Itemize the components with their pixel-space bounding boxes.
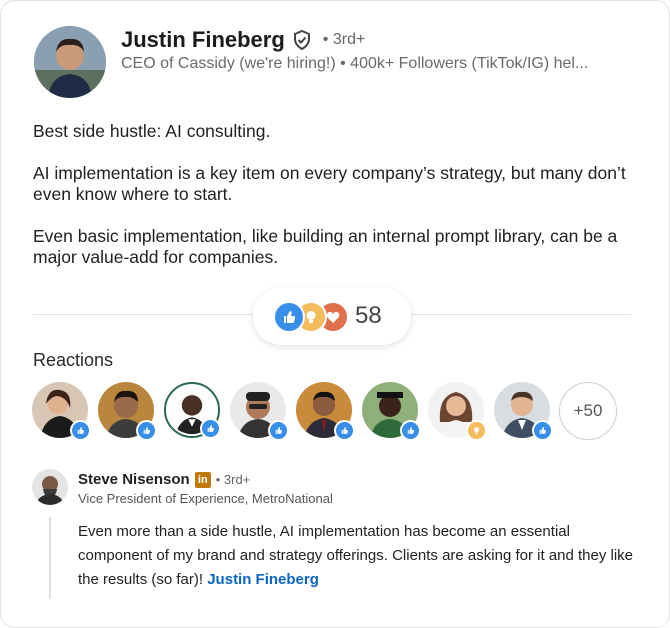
mention-link[interactable]: Justin Fineberg — [207, 571, 319, 588]
post-card: Justin Fineberg • 3rd+ CEO of Cassidy (w… — [0, 0, 670, 628]
reactor-avatar[interactable] — [98, 382, 157, 441]
reactor-avatar[interactable] — [230, 382, 289, 441]
reactions-heading: Reactions — [33, 350, 114, 370]
commenter-degree: • 3rd+ — [215, 472, 251, 487]
comment-body: Even more than a side hustle, AI impleme… — [78, 523, 634, 588]
post-paragraph: Best side hustle: AI consulting. — [33, 121, 271, 141]
like-badge-icon — [334, 420, 355, 441]
reactor-avatar[interactable] — [362, 382, 421, 441]
like-badge-icon — [200, 418, 221, 439]
reactor-avatar[interactable] — [494, 382, 553, 441]
commenter-name[interactable]: Steve Nisenson — [78, 471, 190, 488]
post-paragraph: AI implementation is a key item on every… — [33, 163, 626, 204]
reactor-avatar[interactable] — [164, 382, 221, 439]
reactions-summary[interactable]: 58 — [253, 287, 411, 345]
like-badge-icon — [400, 420, 421, 441]
reaction-count: 58 — [355, 302, 382, 329]
like-badge-icon — [70, 420, 91, 441]
like-badge-icon — [136, 420, 157, 441]
linkedin-premium-icon: in — [194, 471, 211, 488]
connection-degree: • 3rd+ — [322, 31, 366, 48]
reactor-avatar[interactable] — [428, 382, 487, 441]
commenter-name-row: Steve Nisenson in • 3rd+ — [78, 471, 250, 488]
insightful-badge-icon — [466, 420, 487, 441]
post-paragraph: Even basic implementation, like building… — [33, 226, 618, 267]
post-body: Best side hustle: AI consulting. AI impl… — [33, 121, 643, 289]
commenter-avatar[interactable] — [32, 469, 68, 505]
like-icon — [273, 301, 305, 333]
comment-thread-line — [49, 517, 51, 599]
author-headline: CEO of Cassidy (we're hiring!) • 400k+ F… — [121, 55, 589, 72]
reactor-avatar[interactable] — [32, 382, 91, 441]
comment-text: Even more than a side hustle, AI impleme… — [78, 520, 638, 592]
commenter-title: Vice President of Experience, MetroNatio… — [78, 491, 333, 506]
author-name[interactable]: Justin Fineberg — [121, 27, 285, 53]
reactor-avatar[interactable] — [296, 382, 355, 441]
like-badge-icon — [268, 420, 289, 441]
reaction-icons — [273, 301, 353, 333]
author-name-row: Justin Fineberg • 3rd+ — [121, 27, 365, 53]
verified-icon — [291, 29, 313, 51]
author-avatar[interactable] — [34, 26, 106, 98]
like-badge-icon — [532, 420, 553, 441]
more-reactors-button[interactable]: +50 — [559, 382, 617, 440]
